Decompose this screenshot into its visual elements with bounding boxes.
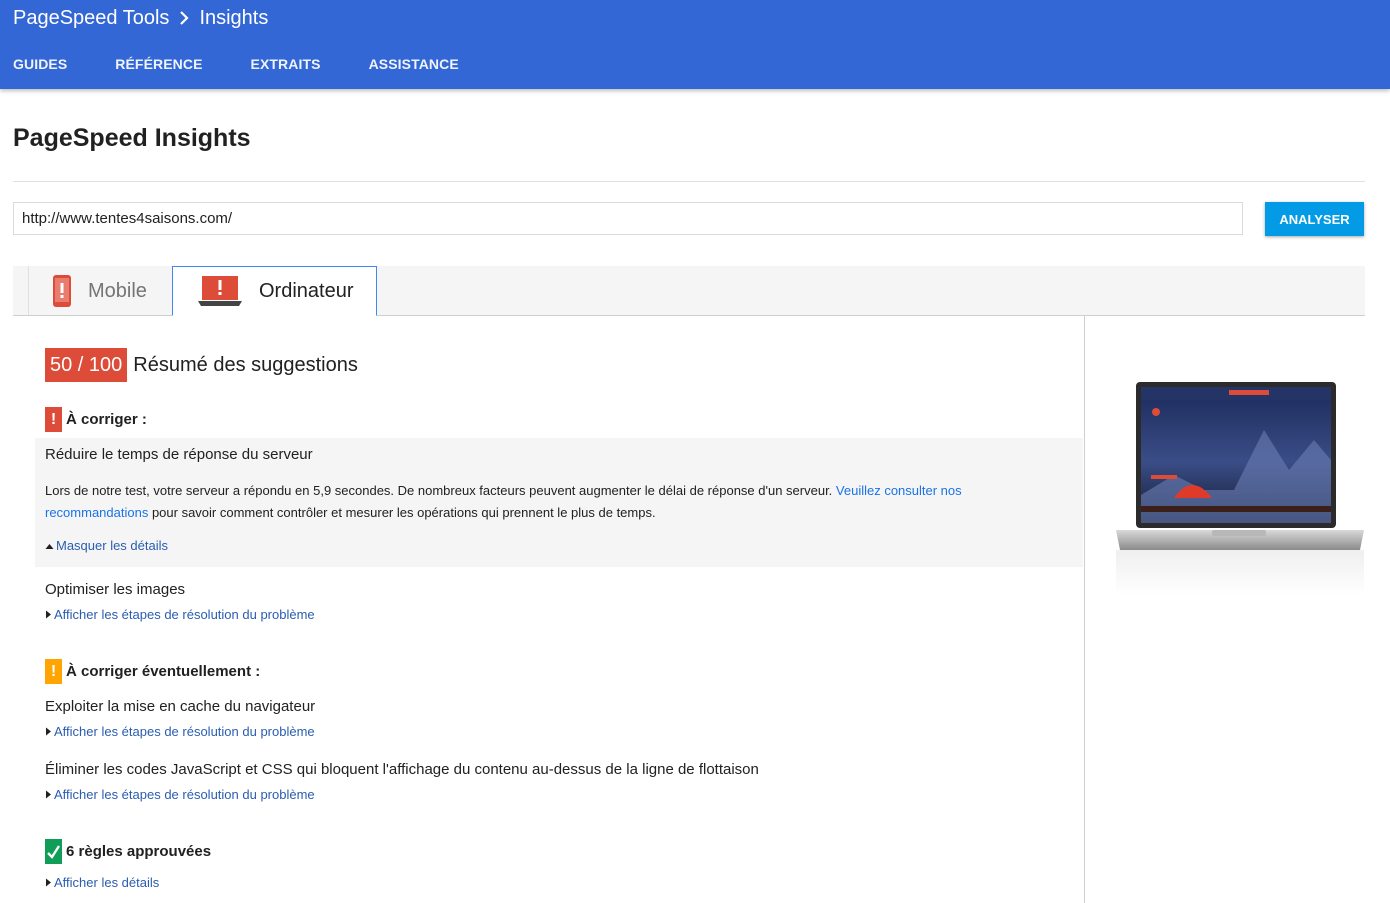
consider-section-heading: ! À corriger éventuellement : (45, 659, 260, 684)
breadcrumb-current: Insights (199, 6, 269, 29)
show-steps-link[interactable]: Afficher les étapes de résolution du pro… (45, 724, 315, 739)
top-nav: GUIDES RÉFÉRENCE EXTRAITS ASSISTANCE (13, 56, 507, 72)
nav-guides[interactable]: GUIDES (13, 56, 67, 72)
tab-desktop[interactable]: Ordinateur (172, 266, 377, 316)
show-steps-label: Afficher les étapes de résolution du pro… (54, 607, 315, 622)
title-divider (13, 181, 1365, 182)
analyze-button[interactable]: ANALYSER (1265, 202, 1364, 236)
breadcrumb-brand-link[interactable]: PageSpeed Tools (13, 7, 169, 30)
passed-section-heading: 6 règles approuvées (45, 839, 211, 864)
triangle-right-icon (45, 790, 52, 799)
triangle-right-icon (45, 610, 52, 619)
mobile-phone-icon (52, 274, 72, 308)
triangle-up-icon (45, 542, 54, 550)
summary-title: Résumé des suggestions (133, 353, 358, 376)
hide-details-label: Masquer les détails (56, 538, 168, 553)
triangle-right-icon (45, 727, 52, 736)
nav-extraits[interactable]: EXTRAITS (251, 56, 321, 72)
rule-title: Éliminer les codes JavaScript et CSS qui… (45, 761, 759, 778)
fix-heading-text: À corriger : (66, 411, 147, 428)
content-divider (1084, 316, 1085, 903)
triangle-right-icon (45, 878, 52, 887)
rule-desc-text-end: pour savoir comment contrôler et mesurer… (148, 505, 656, 520)
nav-reference[interactable]: RÉFÉRENCE (115, 56, 202, 72)
hide-details-link[interactable]: Masquer les détails (45, 538, 168, 553)
tab-mobile[interactable]: Mobile (30, 266, 172, 316)
url-input[interactable] (13, 202, 1243, 235)
checkmark-icon (45, 839, 62, 864)
passed-heading-text: 6 règles approuvées (66, 843, 212, 860)
score-summary: 50 / 100 Résumé des suggestions (45, 348, 358, 382)
show-steps-link[interactable]: Afficher les étapes de résolution du pro… (45, 787, 315, 802)
fix-section-heading: ! À corriger : (45, 407, 147, 432)
desktop-screenshot-preview (1114, 380, 1366, 600)
show-steps-label: Afficher les étapes de résolution du pro… (54, 724, 315, 739)
score-badge: 50 / 100 (45, 348, 128, 382)
tab-mobile-label: Mobile (88, 279, 147, 302)
rule-title: Réduire le temps de réponse du serveur (45, 446, 313, 463)
consider-heading-text: À corriger éventuellement : (66, 663, 261, 680)
rule-description: Lors de notre test, votre serveur a répo… (45, 480, 1045, 524)
tab-spacer (13, 266, 29, 315)
laptop-icon (197, 275, 243, 307)
rule-title: Exploiter la mise en cache du navigateur (45, 698, 316, 715)
error-exclamation-icon: ! (45, 407, 62, 432)
rule-title: Optimiser les images (45, 581, 186, 598)
show-passed-details-label: Afficher les détails (54, 875, 160, 890)
breadcrumb: PageSpeed Tools Insights (13, 6, 268, 30)
show-passed-details-link[interactable]: Afficher les détails (45, 875, 159, 890)
page-title: PageSpeed Insights (13, 124, 251, 152)
tab-desktop-label: Ordinateur (259, 279, 354, 302)
warning-exclamation-icon: ! (45, 659, 62, 684)
show-steps-label: Afficher les étapes de résolution du pro… (54, 787, 315, 802)
show-steps-link[interactable]: Afficher les étapes de résolution du pro… (45, 607, 315, 622)
top-app-bar: PageSpeed Tools Insights GUIDES RÉFÉRENC… (0, 0, 1390, 89)
rule-desc-text: Lors de notre test, votre serveur a répo… (45, 483, 836, 498)
nav-assistance[interactable]: ASSISTANCE (369, 56, 459, 72)
device-tabs: Mobile Ordinateur (13, 266, 1365, 316)
chevron-right-icon (179, 11, 189, 25)
